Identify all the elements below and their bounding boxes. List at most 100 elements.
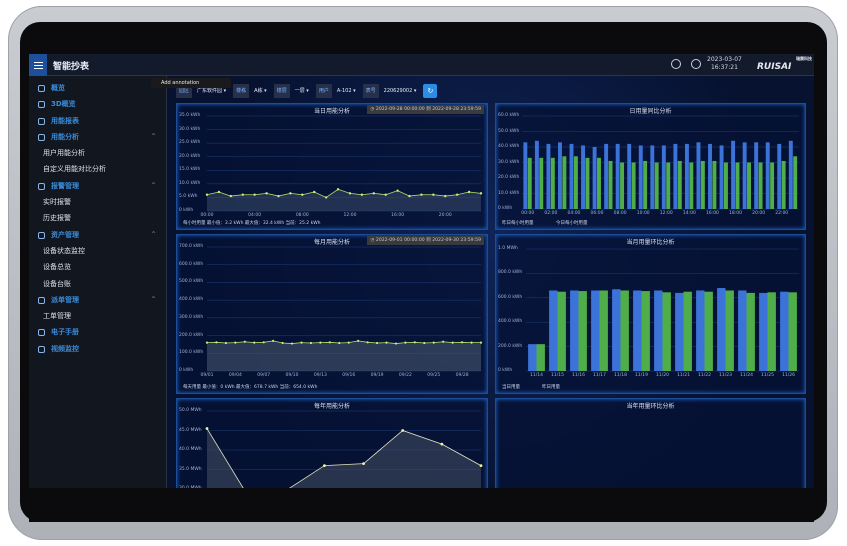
chart-svg: [526, 248, 799, 372]
bar: [735, 162, 740, 209]
sidebar-item-label: 概览: [51, 84, 65, 92]
data-point: [229, 194, 233, 198]
sidebar: 概览 3D概览 用能报表 用能分析 ^ 用户用能分析 自定义用能对比分析 报警管理 ^ 实时报警历…: [29, 76, 167, 488]
sidebar-item[interactable]: 报警管理 ^: [29, 178, 166, 194]
x-tick-label: 11/24: [740, 373, 753, 378]
x-tick-label: 04:00: [567, 211, 581, 216]
bar: [696, 290, 705, 371]
x-tick-label: 12:00: [343, 213, 357, 218]
sidebar-item-label: 用能报表: [51, 116, 79, 125]
sidebar-item[interactable]: 视频监控: [29, 341, 166, 357]
series-area: [207, 340, 481, 371]
logo-text: RUISAI: [757, 62, 792, 72]
y-tick-label: 10.0 kWh: [498, 190, 520, 196]
x-tick-label: 11/23: [719, 373, 732, 378]
refresh-button[interactable]: ↻: [423, 84, 438, 98]
y-tick-label: 600.0 kWh: [179, 261, 204, 267]
data-point: [442, 340, 445, 343]
y-tick-label: 300.0 kWh: [179, 314, 204, 320]
x-tick-label: 09/13: [313, 373, 327, 378]
data-point: [243, 340, 246, 343]
sidebar-item[interactable]: 资产管理 ^: [29, 227, 166, 243]
chart-legend: 每小时用量 最小值：3.2 kWh 最大值：32.4 kWh 当前：25.2 k…: [183, 221, 321, 226]
data-point: [224, 341, 227, 345]
bar: [578, 291, 587, 371]
sidebar-item[interactable]: 设备台账: [29, 276, 166, 292]
data-point: [444, 194, 447, 198]
sidebar-item[interactable]: 实时报警: [29, 194, 166, 210]
y-tick-label: 200.0 kWh: [179, 332, 204, 338]
y-tick-label: 40.0 kWh: [498, 144, 520, 149]
y-tick-label: 40.0 MWh: [179, 447, 202, 452]
bar: [597, 157, 601, 209]
y-tick-label: 400.0 kWh: [179, 297, 204, 303]
nav-icon: [38, 133, 45, 141]
chart-svg: [205, 410, 483, 488]
sidebar-item[interactable]: 历史报警: [29, 210, 166, 226]
hamburger-menu-button[interactable]: [29, 54, 47, 76]
bar: [620, 162, 625, 209]
nav-icon: [38, 296, 45, 304]
nav-icon: [38, 85, 45, 92]
sidebar-item[interactable]: 自定义用能对比分析: [29, 161, 166, 177]
filter-select[interactable]: A-102 ▾: [335, 84, 360, 98]
bar: [723, 162, 728, 209]
data-point: [262, 341, 265, 344]
y-tick-label: 35.0 kWh: [179, 113, 201, 118]
data-point: [241, 193, 244, 196]
data-point: [301, 193, 304, 196]
legend-series-b: 昨日用量: [542, 385, 560, 390]
sidebar-item[interactable]: 派单管理 ^: [29, 292, 166, 308]
x-tick-label: 00:00: [200, 213, 214, 218]
data-point: [440, 442, 444, 446]
x-tick-label: 11/19: [635, 373, 648, 378]
data-point: [309, 341, 313, 345]
bar: [747, 162, 751, 209]
bar: [675, 292, 684, 371]
x-tick-label: 11/25: [761, 373, 774, 378]
series-area: [207, 189, 481, 211]
y-tick-label: 20.0 kWh: [179, 153, 201, 159]
y-tick-label: 1.0 MWh: [498, 246, 518, 251]
data-point: [362, 462, 365, 466]
filter-value: A-102: [336, 88, 352, 94]
bar: [592, 147, 597, 209]
x-tick-label: 11/17: [593, 373, 606, 378]
x-tick-label: 09/28: [455, 373, 469, 378]
sidebar-item[interactable]: 工单管理: [29, 308, 166, 324]
bar: [689, 162, 694, 209]
sidebar-item[interactable]: 电子手册: [29, 324, 166, 340]
y-tick-label: 10.0 kWh: [179, 180, 201, 186]
sidebar-item[interactable]: 用能分析 ^: [29, 129, 166, 145]
sidebar-item-label: 报警管理: [51, 181, 79, 190]
settings-icon[interactable]: [671, 59, 681, 69]
bar: [608, 160, 613, 209]
sidebar-item[interactable]: 用能报表: [29, 113, 166, 129]
data-point: [384, 193, 387, 196]
data-point: [323, 464, 326, 467]
sidebar-item[interactable]: 概览: [29, 80, 166, 96]
y-tick-label: 5.0 kWh: [179, 194, 198, 200]
filter-select[interactable]: A栋 ▾: [252, 84, 271, 98]
y-tick-label: 15.0 kWh: [179, 167, 201, 173]
data-point: [205, 341, 209, 344]
sidebar-item[interactable]: 设备状态监控: [29, 243, 166, 259]
data-point: [479, 341, 483, 344]
add-annotation-tooltip[interactable]: Add annotation: [151, 78, 231, 88]
user-icon[interactable]: [691, 59, 701, 69]
filter-value: 一层: [294, 88, 305, 94]
sidebar-item[interactable]: 设备总览: [29, 259, 166, 275]
sidebar-item-label: 设备台账: [43, 279, 71, 288]
sidebar-item[interactable]: 用户用能分析: [29, 145, 166, 161]
data-point: [336, 188, 340, 191]
bar: [780, 291, 789, 371]
x-tick-label: 09/19: [370, 373, 384, 378]
filter-select[interactable]: 一层 ▾: [293, 84, 313, 98]
filter-select[interactable]: 220629002 ▾: [382, 84, 421, 98]
x-tick-label: 20:00: [438, 213, 452, 218]
chevron-up-icon: ^: [150, 132, 156, 140]
sidebar-item-label: 派单管理: [51, 295, 79, 304]
sidebar-item[interactable]: 3D概览: [29, 96, 166, 112]
bar: [604, 143, 609, 209]
y-tick-label: 0 kWh: [498, 206, 513, 211]
